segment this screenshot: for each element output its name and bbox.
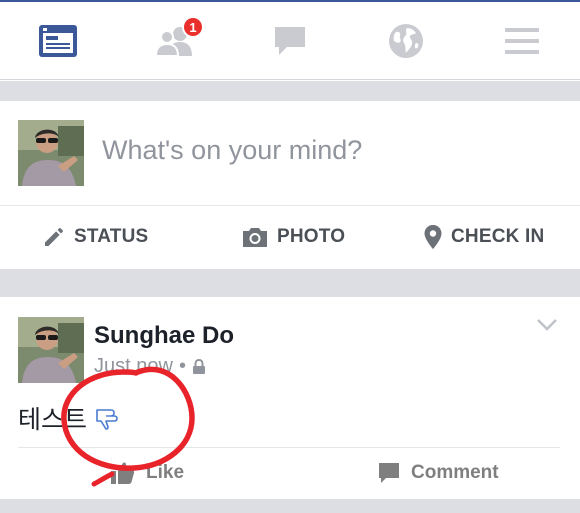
news-feed-icon	[39, 25, 77, 57]
like-button[interactable]: Like	[110, 458, 184, 488]
post-divider	[18, 447, 560, 448]
post-author-avatar[interactable]	[18, 317, 84, 383]
thumbs-up-icon	[111, 462, 135, 484]
comment-label: Comment	[411, 462, 499, 483]
post-meta: Just now •	[94, 355, 206, 378]
nav-messages[interactable]	[232, 2, 348, 80]
location-pin-icon	[424, 225, 442, 249]
globe-icon	[389, 24, 423, 58]
composer-input[interactable]: What's on your mind?	[102, 135, 362, 166]
comment-icon	[379, 463, 399, 483]
status-button[interactable]: STATUS	[42, 220, 148, 254]
camera-icon	[243, 228, 267, 247]
friend-request-count-badge: 1	[182, 16, 204, 38]
nav-friend-requests[interactable]: 1	[116, 2, 232, 80]
chat-bubble-icon	[275, 27, 305, 55]
pencil-icon	[45, 228, 63, 246]
chevron-down-icon	[537, 319, 557, 331]
nav-notifications[interactable]	[348, 2, 464, 80]
feed-spacer	[0, 269, 580, 297]
profile-photo	[18, 120, 84, 186]
feed-spacer	[0, 81, 580, 101]
avatar[interactable]	[18, 120, 84, 186]
nav-more-menu[interactable]	[464, 2, 580, 80]
post-timestamp[interactable]: Just now	[94, 355, 173, 378]
photo-label: PHOTO	[277, 226, 346, 247]
like-label: Like	[146, 462, 185, 483]
post-options-button[interactable]	[536, 318, 558, 337]
post-author-name[interactable]: Sunghae Do	[94, 322, 234, 350]
thumbs-down-hand-icon	[96, 409, 118, 430]
post-text: 테스트	[18, 406, 88, 434]
check-in-button[interactable]: CHECK IN	[423, 220, 544, 254]
nav-news-feed[interactable]	[0, 2, 116, 80]
check-in-label: CHECK IN	[451, 226, 545, 247]
lock-icon	[192, 358, 205, 374]
hamburger-menu-icon	[505, 28, 539, 54]
composer-divider	[0, 205, 580, 206]
meta-separator: •	[178, 355, 186, 377]
profile-photo	[18, 317, 84, 383]
post-body: 테스트	[18, 400, 121, 436]
comment-button[interactable]: Comment	[377, 458, 499, 488]
photo-button[interactable]: PHOTO	[241, 220, 345, 254]
top-navigation-bar: 1	[0, 2, 580, 80]
feed-spacer	[0, 499, 580, 513]
status-label: STATUS	[74, 226, 149, 247]
